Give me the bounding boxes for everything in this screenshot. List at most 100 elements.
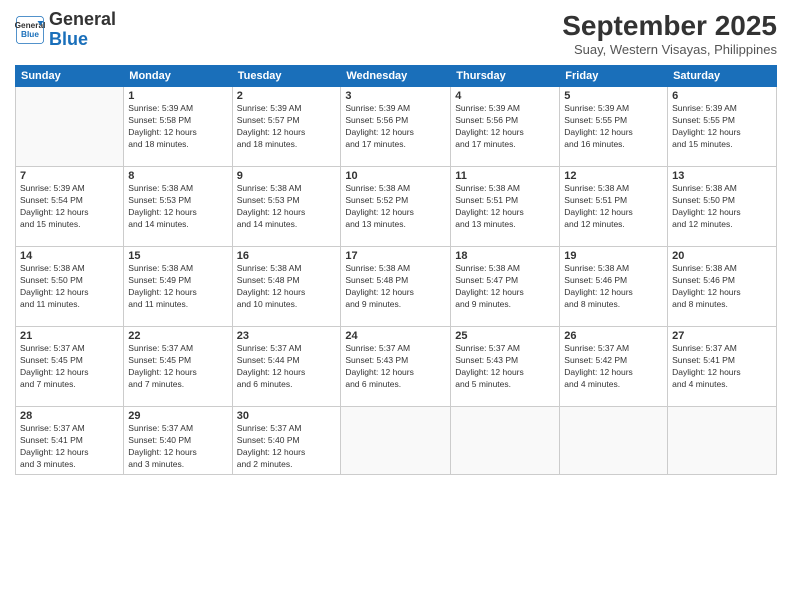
calendar-cell: 20Sunrise: 5:38 AMSunset: 5:46 PMDayligh… (668, 247, 777, 327)
day-info: Sunrise: 5:38 AMSunset: 5:47 PMDaylight:… (455, 263, 555, 311)
day-number: 23 (237, 330, 337, 342)
day-number: 24 (345, 330, 446, 342)
calendar-cell: 27Sunrise: 5:37 AMSunset: 5:41 PMDayligh… (668, 327, 777, 407)
col-monday: Monday (124, 66, 232, 87)
day-info: Sunrise: 5:37 AMSunset: 5:45 PMDaylight:… (128, 343, 227, 391)
day-info: Sunrise: 5:37 AMSunset: 5:40 PMDaylight:… (237, 423, 337, 471)
col-sunday: Sunday (16, 66, 124, 87)
calendar-cell: 21Sunrise: 5:37 AMSunset: 5:45 PMDayligh… (16, 327, 124, 407)
col-tuesday: Tuesday (232, 66, 341, 87)
day-number: 20 (672, 250, 772, 262)
day-info: Sunrise: 5:37 AMSunset: 5:43 PMDaylight:… (455, 343, 555, 391)
day-number: 27 (672, 330, 772, 342)
location: Suay, Western Visayas, Philippines (562, 42, 777, 57)
day-info: Sunrise: 5:38 AMSunset: 5:49 PMDaylight:… (128, 263, 227, 311)
calendar-cell: 4Sunrise: 5:39 AMSunset: 5:56 PMDaylight… (451, 87, 560, 167)
day-info: Sunrise: 5:37 AMSunset: 5:43 PMDaylight:… (345, 343, 446, 391)
day-number: 3 (345, 90, 446, 102)
day-info: Sunrise: 5:37 AMSunset: 5:44 PMDaylight:… (237, 343, 337, 391)
day-info: Sunrise: 5:38 AMSunset: 5:50 PMDaylight:… (672, 183, 772, 231)
calendar-cell: 13Sunrise: 5:38 AMSunset: 5:50 PMDayligh… (668, 167, 777, 247)
day-info: Sunrise: 5:39 AMSunset: 5:54 PMDaylight:… (20, 183, 119, 231)
day-number: 22 (128, 330, 227, 342)
day-number: 12 (564, 170, 663, 182)
month-title: September 2025 (562, 10, 777, 42)
calendar-cell: 28Sunrise: 5:37 AMSunset: 5:41 PMDayligh… (16, 407, 124, 475)
day-info: Sunrise: 5:39 AMSunset: 5:56 PMDaylight:… (345, 103, 446, 151)
calendar-cell: 12Sunrise: 5:38 AMSunset: 5:51 PMDayligh… (560, 167, 668, 247)
calendar-cell: 18Sunrise: 5:38 AMSunset: 5:47 PMDayligh… (451, 247, 560, 327)
logo-blue: Blue (49, 29, 88, 49)
title-block: September 2025 Suay, Western Visayas, Ph… (562, 10, 777, 57)
calendar-cell: 7Sunrise: 5:39 AMSunset: 5:54 PMDaylight… (16, 167, 124, 247)
calendar-cell: 5Sunrise: 5:39 AMSunset: 5:55 PMDaylight… (560, 87, 668, 167)
calendar-cell: 16Sunrise: 5:38 AMSunset: 5:48 PMDayligh… (232, 247, 341, 327)
calendar-cell: 17Sunrise: 5:38 AMSunset: 5:48 PMDayligh… (341, 247, 451, 327)
calendar-cell: 1Sunrise: 5:39 AMSunset: 5:58 PMDaylight… (124, 87, 232, 167)
calendar-cell: 30Sunrise: 5:37 AMSunset: 5:40 PMDayligh… (232, 407, 341, 475)
calendar-cell: 3Sunrise: 5:39 AMSunset: 5:56 PMDaylight… (341, 87, 451, 167)
calendar-cell: 19Sunrise: 5:38 AMSunset: 5:46 PMDayligh… (560, 247, 668, 327)
day-number: 9 (237, 170, 337, 182)
day-number: 1 (128, 90, 227, 102)
col-saturday: Saturday (668, 66, 777, 87)
day-number: 16 (237, 250, 337, 262)
calendar-cell (16, 87, 124, 167)
day-info: Sunrise: 5:38 AMSunset: 5:50 PMDaylight:… (20, 263, 119, 311)
day-number: 13 (672, 170, 772, 182)
svg-text:Blue: Blue (21, 30, 39, 39)
day-info: Sunrise: 5:39 AMSunset: 5:55 PMDaylight:… (564, 103, 663, 151)
day-number: 2 (237, 90, 337, 102)
calendar-cell (451, 407, 560, 475)
calendar-cell: 11Sunrise: 5:38 AMSunset: 5:51 PMDayligh… (451, 167, 560, 247)
day-info: Sunrise: 5:39 AMSunset: 5:57 PMDaylight:… (237, 103, 337, 151)
day-info: Sunrise: 5:38 AMSunset: 5:51 PMDaylight:… (455, 183, 555, 231)
calendar: Sunday Monday Tuesday Wednesday Thursday… (15, 65, 777, 475)
col-friday: Friday (560, 66, 668, 87)
day-number: 15 (128, 250, 227, 262)
day-number: 26 (564, 330, 663, 342)
day-info: Sunrise: 5:37 AMSunset: 5:42 PMDaylight:… (564, 343, 663, 391)
calendar-cell: 23Sunrise: 5:37 AMSunset: 5:44 PMDayligh… (232, 327, 341, 407)
day-info: Sunrise: 5:37 AMSunset: 5:40 PMDaylight:… (128, 423, 227, 471)
calendar-cell: 25Sunrise: 5:37 AMSunset: 5:43 PMDayligh… (451, 327, 560, 407)
day-number: 25 (455, 330, 555, 342)
day-number: 14 (20, 250, 119, 262)
day-info: Sunrise: 5:39 AMSunset: 5:55 PMDaylight:… (672, 103, 772, 151)
calendar-cell (560, 407, 668, 475)
day-info: Sunrise: 5:37 AMSunset: 5:41 PMDaylight:… (20, 423, 119, 471)
calendar-cell: 2Sunrise: 5:39 AMSunset: 5:57 PMDaylight… (232, 87, 341, 167)
day-number: 30 (237, 410, 337, 422)
day-info: Sunrise: 5:38 AMSunset: 5:48 PMDaylight:… (237, 263, 337, 311)
day-number: 11 (455, 170, 555, 182)
calendar-cell: 14Sunrise: 5:38 AMSunset: 5:50 PMDayligh… (16, 247, 124, 327)
calendar-cell: 15Sunrise: 5:38 AMSunset: 5:49 PMDayligh… (124, 247, 232, 327)
calendar-cell (341, 407, 451, 475)
day-number: 29 (128, 410, 227, 422)
day-info: Sunrise: 5:38 AMSunset: 5:48 PMDaylight:… (345, 263, 446, 311)
day-number: 21 (20, 330, 119, 342)
col-thursday: Thursday (451, 66, 560, 87)
header-row: Sunday Monday Tuesday Wednesday Thursday… (16, 66, 777, 87)
day-info: Sunrise: 5:38 AMSunset: 5:46 PMDaylight:… (672, 263, 772, 311)
calendar-cell: 8Sunrise: 5:38 AMSunset: 5:53 PMDaylight… (124, 167, 232, 247)
day-info: Sunrise: 5:39 AMSunset: 5:58 PMDaylight:… (128, 103, 227, 151)
day-number: 18 (455, 250, 555, 262)
calendar-cell: 6Sunrise: 5:39 AMSunset: 5:55 PMDaylight… (668, 87, 777, 167)
day-info: Sunrise: 5:38 AMSunset: 5:46 PMDaylight:… (564, 263, 663, 311)
day-number: 6 (672, 90, 772, 102)
logo: General Blue GeneralBlue (15, 10, 116, 50)
day-info: Sunrise: 5:38 AMSunset: 5:53 PMDaylight:… (237, 183, 337, 231)
calendar-cell: 9Sunrise: 5:38 AMSunset: 5:53 PMDaylight… (232, 167, 341, 247)
header: General Blue GeneralBlue September 2025 … (15, 10, 777, 57)
day-number: 4 (455, 90, 555, 102)
day-info: Sunrise: 5:38 AMSunset: 5:53 PMDaylight:… (128, 183, 227, 231)
calendar-cell: 22Sunrise: 5:37 AMSunset: 5:45 PMDayligh… (124, 327, 232, 407)
day-info: Sunrise: 5:37 AMSunset: 5:45 PMDaylight:… (20, 343, 119, 391)
calendar-cell: 29Sunrise: 5:37 AMSunset: 5:40 PMDayligh… (124, 407, 232, 475)
day-number: 8 (128, 170, 227, 182)
day-number: 17 (345, 250, 446, 262)
day-number: 5 (564, 90, 663, 102)
day-info: Sunrise: 5:37 AMSunset: 5:41 PMDaylight:… (672, 343, 772, 391)
page: General Blue GeneralBlue September 2025 … (0, 0, 792, 612)
